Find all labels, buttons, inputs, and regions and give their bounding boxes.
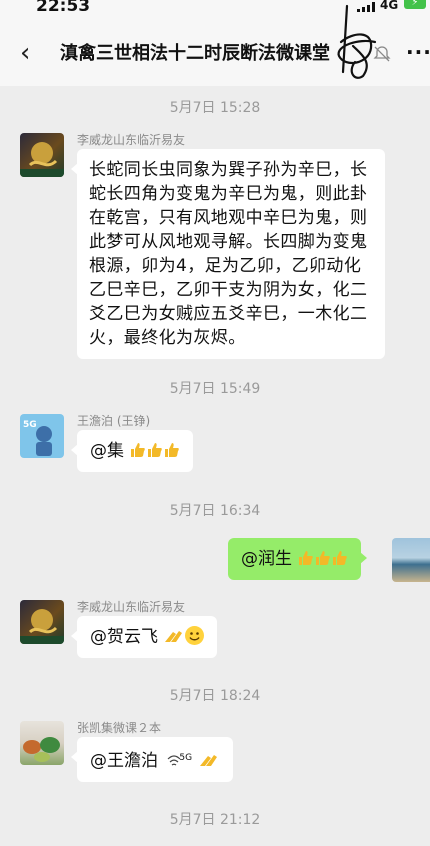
message-text: @润生	[241, 549, 292, 569]
timestamp: 5月7日 16:34	[169, 503, 261, 519]
timestamp: 5月7日 21:12	[169, 812, 261, 828]
smiling-face-icon	[185, 626, 205, 645]
dragon-avatar-icon	[20, 142, 64, 177]
more-options-button[interactable]: ···	[406, 38, 430, 66]
thumbs-up-emoji-group	[297, 549, 348, 569]
message-text: @集	[90, 441, 124, 461]
clapping-hands-icon	[199, 755, 217, 766]
message-bubble[interactable]: 长蛇同长虫同象为巽子孙为辛巳，长蛇长四角为变鬼为辛巳为鬼，则此卦在乾宫，只有风地…	[71, 149, 385, 359]
clapping-hands-icon	[165, 631, 183, 642]
sender-name: 王澹泊 (王铮)	[77, 414, 151, 428]
handwritten-scribble	[337, 4, 377, 79]
sender-name: 李威龙山东临沂易友	[77, 600, 186, 614]
thumbs-up-icon	[131, 443, 146, 457]
avatar[interactable]: 5G	[20, 414, 64, 458]
timestamp: 5月7日 15:49	[169, 381, 261, 397]
dragon-avatar-icon	[20, 609, 64, 644]
thumbs-up-icon	[316, 551, 331, 565]
message-bubble[interactable]: @王澹泊 5G	[71, 737, 233, 782]
message-text: @王澹泊	[90, 751, 158, 771]
chat-title: 滇禽三世相法十二时辰断法微课堂	[60, 43, 330, 64]
thumbs-up-icon	[165, 443, 180, 457]
sender-name: 李威龙山东临沂易友	[77, 133, 186, 147]
message-bubble[interactable]: @集	[70, 430, 194, 472]
svg-text:5G: 5G	[23, 420, 37, 430]
timestamp: 5月7日 15:28	[169, 100, 261, 116]
thumbs-up-icon	[148, 443, 163, 457]
back-chevron-icon[interactable]: ‹	[20, 38, 30, 68]
avatar[interactable]	[20, 133, 64, 177]
avatar[interactable]	[20, 600, 64, 644]
avatar[interactable]	[20, 721, 64, 765]
thumbs-up-icon	[333, 551, 348, 565]
network-label: 4G	[380, 0, 399, 12]
battery-icon: ⚡	[404, 0, 426, 9]
cartoon-avatar-icon: 5G	[23, 420, 52, 456]
message-text: @贺云飞	[90, 627, 158, 647]
timestamp: 5月7日 18:24	[169, 688, 261, 704]
message-bubble-self[interactable]: @润生	[228, 538, 368, 580]
network-suffix: 5G	[179, 753, 193, 763]
message-bubble[interactable]: @贺云飞	[70, 616, 218, 658]
status-time: 22:53	[36, 0, 91, 16]
bowls-avatar-icon	[23, 737, 60, 762]
thumbs-up-icon	[299, 551, 314, 565]
thumbs-up-emoji-group	[129, 441, 180, 461]
self-avatar[interactable]	[392, 538, 430, 582]
sender-name: 张凯集微课２本	[77, 721, 162, 735]
